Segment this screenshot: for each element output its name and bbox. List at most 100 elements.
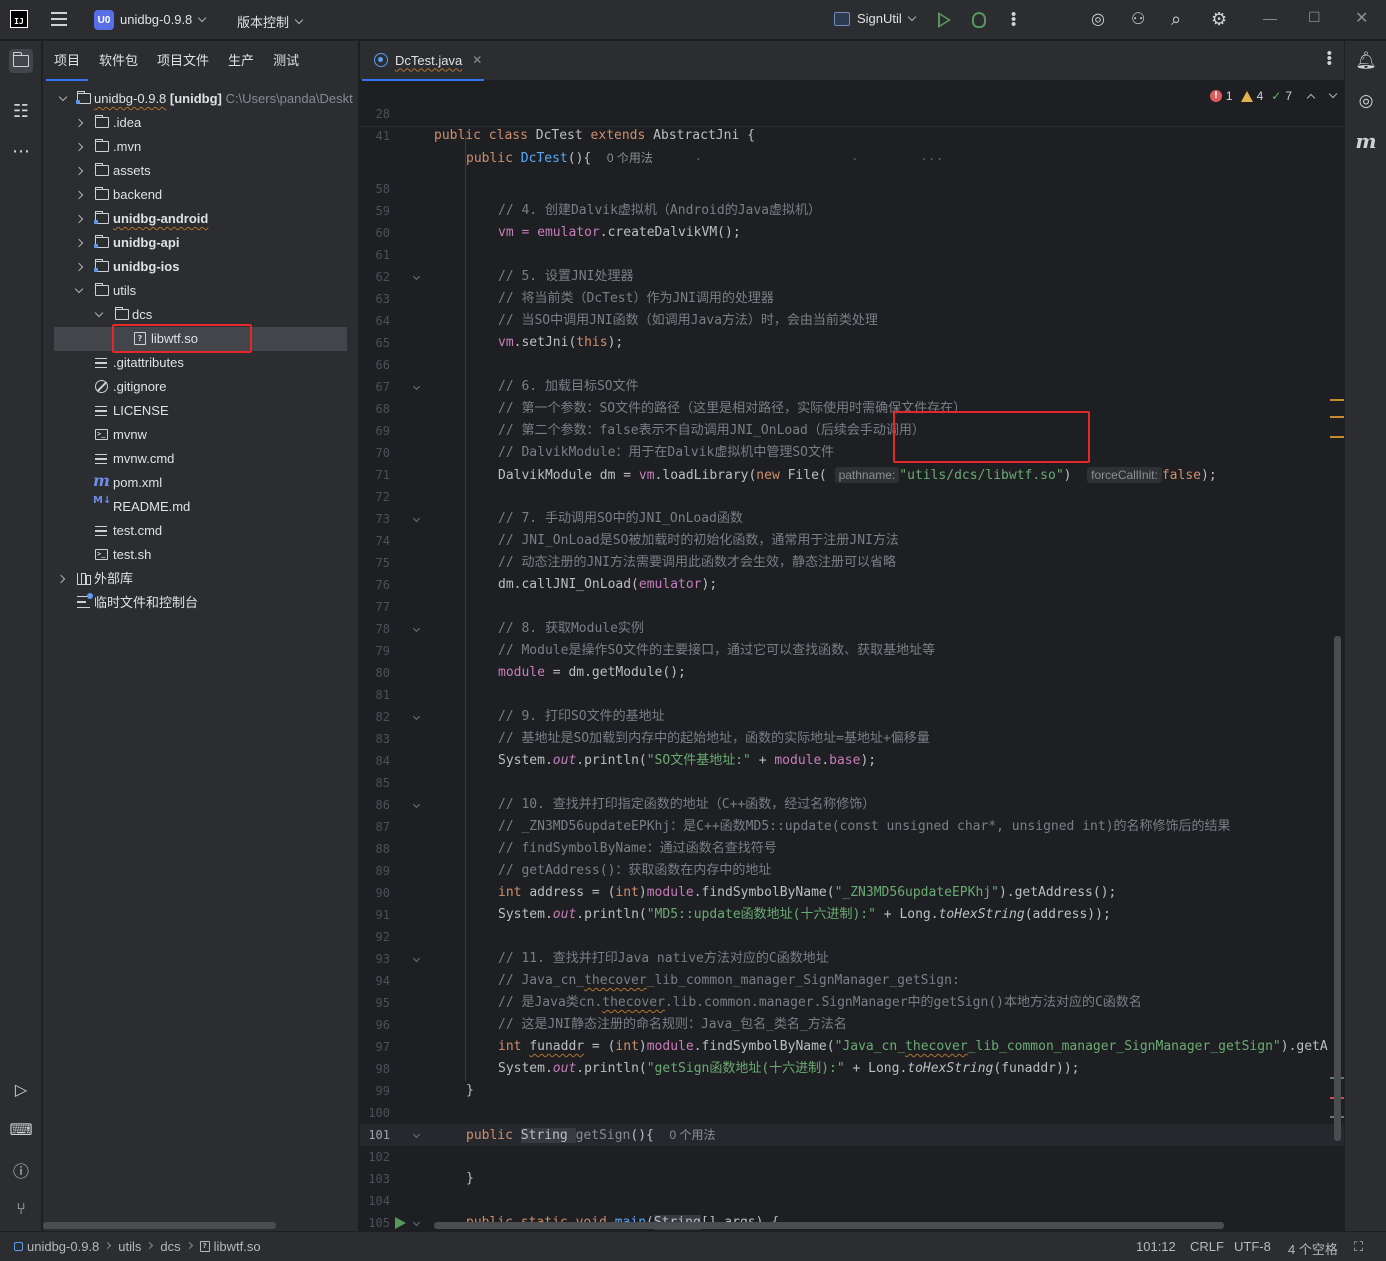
ai-assistant-icon[interactable]: ◎	[1091, 11, 1105, 29]
notifications-icon[interactable]: 🔔︎	[1354, 49, 1378, 73]
tab-production[interactable]: 生产	[220, 41, 262, 81]
ai-chat-icon[interactable]: ◎	[1354, 89, 1378, 113]
warning-marker[interactable]	[1330, 416, 1344, 418]
tree-item-mvnw-cmd[interactable]: mvnw.cmd	[43, 447, 358, 471]
tree-item-libwtf-so[interactable]: ? libwtf.so	[54, 327, 347, 351]
horizontal-scrollbar[interactable]	[434, 1222, 1224, 1229]
chevron-right-icon[interactable]	[74, 166, 84, 176]
chevron-down-icon[interactable]	[94, 308, 104, 318]
more-tools-icon[interactable]: ⋯	[9, 139, 33, 163]
usage-hint[interactable]: 0 个用法	[670, 1128, 716, 1142]
tree-root[interactable]: unidbg-0.9.8 [unidbg] C:\Users\panda\Des…	[43, 87, 358, 111]
fold-icon[interactable]	[412, 382, 421, 391]
code-line[interactable]: 28 public class DcTest extends AbstractJ…	[360, 81, 1344, 143]
tree-item-backend[interactable]: backend	[43, 183, 358, 207]
tree-item-idea[interactable]: .idea	[43, 111, 358, 135]
caret-position[interactable]: 101:12	[1136, 1239, 1176, 1254]
structure-tool-icon[interactable]: ☷	[9, 99, 33, 123]
chevron-right-icon[interactable]	[74, 142, 84, 152]
tab-project-files[interactable]: 项目文件	[149, 41, 217, 81]
tree-item-gitattributes[interactable]: .gitattributes	[43, 351, 358, 375]
search-icon[interactable]: ⌕	[1171, 10, 1181, 28]
close-icon[interactable]: ✕	[1355, 8, 1368, 28]
tab-packages[interactable]: 软件包	[91, 41, 146, 81]
chevron-up-icon[interactable]	[1306, 93, 1316, 103]
inspection-widget[interactable]: ! 1 4 ✓ 7	[1209, 89, 1338, 103]
tree-item-dcs[interactable]: dcs	[43, 303, 358, 327]
project-tool-icon[interactable]	[9, 49, 33, 73]
close-tab-icon[interactable]: ✕	[472, 53, 482, 67]
breadcrumb-item[interactable]: unidbg-0.9.8	[27, 1239, 99, 1254]
chevron-down-icon[interactable]	[58, 92, 68, 102]
tree-item-unidbg-api[interactable]: unidbg-api	[43, 231, 358, 255]
breadcrumb-item[interactable]: utils	[118, 1239, 141, 1254]
terminal-tool-icon[interactable]: ⌨	[9, 1118, 33, 1142]
indent-setting[interactable]: 4 个空格	[1288, 1239, 1338, 1258]
fold-icon[interactable]	[412, 1218, 421, 1227]
tree-item-test-sh[interactable]: >_ test.sh	[43, 543, 358, 567]
vcs-menu[interactable]: 版本控制	[237, 12, 304, 31]
chevron-down-icon[interactable]	[74, 284, 84, 294]
chevron-right-icon[interactable]	[56, 574, 66, 584]
fold-icon[interactable]	[412, 712, 421, 721]
editor-tab-dctest[interactable]: DcTest.java ✕	[362, 41, 484, 81]
warning-marker[interactable]	[1330, 399, 1344, 401]
usage-hint[interactable]: 0 个用法	[607, 151, 653, 165]
project-selector[interactable]: unidbg-0.9.8	[120, 12, 207, 27]
vertical-scrollbar[interactable]	[1334, 636, 1341, 1141]
fold-icon[interactable]	[412, 624, 421, 633]
tab-project[interactable]: 项目	[46, 41, 89, 81]
tree-item-utils[interactable]: utils	[43, 279, 358, 303]
maven-tool-icon[interactable]: m	[1354, 129, 1378, 153]
intellij-logo-icon[interactable]: IJ	[10, 10, 28, 28]
tree-item-license[interactable]: LICENSE	[43, 399, 358, 423]
chevron-right-icon[interactable]	[74, 190, 84, 200]
tree-item-assets[interactable]: assets	[43, 159, 358, 183]
tree-item-unidbg-android[interactable]: unidbg-android	[43, 207, 358, 231]
services-tool-icon[interactable]: ▷	[9, 1078, 33, 1102]
tree-item-mvnw[interactable]: >_ mvnw	[43, 423, 358, 447]
minimize-icon[interactable]: —	[1263, 10, 1277, 26]
breadcrumb-item[interactable]: dcs	[160, 1239, 180, 1254]
project-badge[interactable]: U0	[94, 10, 114, 30]
tree-item-external-libraries[interactable]: 外部库	[43, 567, 358, 591]
run-config-selector[interactable]: SignUtil	[834, 11, 917, 26]
fold-icon[interactable]	[412, 800, 421, 809]
run-gutter-icon[interactable]	[395, 1217, 406, 1229]
chevron-down-icon[interactable]	[1328, 89, 1338, 99]
maximize-icon[interactable]: ☐	[1308, 9, 1321, 26]
lock-icon[interactable]: ⛶	[1354, 1239, 1363, 1255]
problems-tool-icon[interactable]: ⓘ	[9, 1158, 33, 1182]
tab-tests[interactable]: 测试	[265, 41, 307, 81]
line-separator[interactable]: CRLF	[1190, 1239, 1224, 1254]
tree-item-mvn[interactable]: .mvn	[43, 135, 358, 159]
settings-icon[interactable]: ⚙	[1211, 10, 1227, 28]
hamburger-menu-icon[interactable]	[51, 12, 67, 26]
horizontal-scrollbar[interactable]	[43, 1222, 276, 1229]
tree-item-scratches[interactable]: 临时文件和控制台	[43, 591, 358, 615]
more-icon[interactable]: • • •	[1327, 46, 1332, 71]
code-area[interactable]: memory.setLibraryResolver(new AndroidRes…	[360, 81, 1344, 1231]
file-encoding[interactable]: UTF-8	[1234, 1239, 1271, 1254]
add-user-icon[interactable]: ⚇	[1131, 11, 1145, 29]
tree-item-gitignore[interactable]: .gitignore	[43, 375, 358, 399]
breadcrumb-item[interactable]: libwtf.so	[214, 1239, 261, 1254]
code-line[interactable]: 41 public DcTest(){ 0 个用法	[360, 103, 1344, 166]
fold-icon[interactable]	[412, 514, 421, 523]
chevron-right-icon[interactable]	[74, 238, 84, 248]
fold-icon[interactable]	[412, 954, 421, 963]
tree-item-pom-xml[interactable]: m pom.xml	[43, 471, 358, 495]
tree-item-unidbg-ios[interactable]: unidbg-ios	[43, 255, 358, 279]
chevron-right-icon[interactable]	[74, 118, 84, 128]
fold-icon[interactable]	[412, 1130, 421, 1139]
tree-item-test-cmd[interactable]: test.cmd	[43, 519, 358, 543]
chevron-right-icon[interactable]	[74, 262, 84, 272]
warning-marker[interactable]	[1330, 436, 1344, 438]
tree-item-readme[interactable]: M↓ README.md	[43, 495, 358, 519]
git-tool-icon[interactable]: ⑂	[9, 1198, 33, 1222]
run-icon[interactable]	[938, 12, 951, 28]
chevron-right-icon[interactable]	[74, 214, 84, 224]
debug-icon[interactable]	[972, 12, 986, 28]
fold-icon[interactable]	[412, 272, 421, 281]
more-icon[interactable]: • • •	[1011, 7, 1016, 32]
